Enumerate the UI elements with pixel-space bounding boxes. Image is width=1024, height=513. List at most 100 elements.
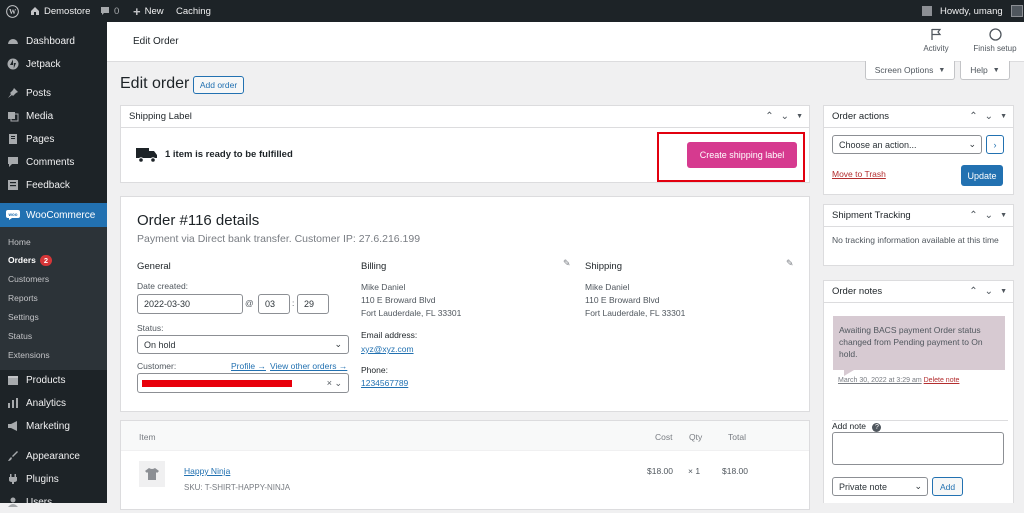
chevron-down-icon[interactable]: ⌄ [985, 210, 993, 221]
chevron-up-icon[interactable]: ⌃ [765, 111, 773, 122]
edit-shipping-pencil-icon[interactable]: ✎ [786, 258, 794, 269]
address-line: Mike Daniel [361, 282, 406, 292]
caret-down-icon[interactable]: ▼ [1000, 113, 1007, 122]
submenu-home[interactable]: Home [8, 237, 31, 247]
order-items-panel: Item Cost Qty Total Happy Ninja SKU: T-S… [120, 420, 810, 510]
caching-link[interactable]: Caching [176, 0, 211, 22]
comments-link[interactable]: 0 [100, 0, 119, 22]
total-column-header: Total [728, 432, 746, 442]
submenu-reports[interactable]: Reports [8, 293, 38, 303]
chevron-up-icon[interactable]: ⌃ [969, 210, 977, 221]
sidebar-item-comments[interactable]: Comments [0, 151, 107, 173]
add-note-textarea[interactable] [832, 432, 1004, 465]
hour-input[interactable]: 03 [258, 294, 290, 314]
shipping-label-panel: Shipping Label ⌃ ⌄ ▼ 1 item is ready to be… [120, 105, 810, 183]
new-content-link[interactable]: + New [133, 0, 164, 22]
sidebar-item-posts[interactable]: Posts [0, 82, 107, 104]
brush-icon [6, 449, 20, 463]
woocommerce-header: Edit Order Activity Finish setup [107, 22, 1024, 62]
profile-link[interactable]: Profile → [231, 361, 266, 371]
chevron-up-icon[interactable]: ⌃ [969, 111, 977, 122]
apply-action-button[interactable]: › [986, 135, 1004, 154]
help-tip-icon[interactable]: ? [872, 423, 882, 432]
user-menu[interactable]: Howdy, umang [922, 0, 1023, 22]
delete-note-link[interactable]: Delete note [924, 377, 960, 384]
email-label: Email address: [361, 330, 418, 340]
note-pointer [844, 370, 854, 376]
submenu-status[interactable]: Status [8, 331, 32, 341]
phone-link[interactable]: 1234567789 [361, 378, 408, 388]
svg-text:woo: woo [8, 212, 18, 217]
sidebar-item-dashboard[interactable]: Dashboard [0, 30, 107, 52]
sidebar-item-users[interactable]: Users [0, 491, 107, 513]
home-icon [31, 7, 39, 15]
panel-controls: ⌃ ⌄ ▼ [765, 111, 803, 122]
chevron-down-icon: ⌄ [334, 339, 342, 349]
product-thumbnail [139, 461, 165, 487]
qty-column-header: Qty [689, 432, 703, 442]
minute-input[interactable]: 29 [297, 294, 329, 314]
screen-options-button[interactable]: Screen Options ▼ [865, 61, 955, 80]
sidebar-item-pages[interactable]: Pages [0, 128, 107, 150]
product-name-link[interactable]: Happy Ninja [184, 466, 230, 476]
update-button[interactable]: Update [961, 165, 1003, 186]
caret-down-icon[interactable]: ▼ [1000, 288, 1007, 297]
truck-icon [136, 148, 157, 163]
caret-down-icon[interactable]: ▼ [1000, 212, 1007, 221]
date-created-input[interactable]: 2022-03-30 [137, 294, 243, 314]
sidebar-item-jetpack[interactable]: Jetpack [0, 53, 107, 75]
sidebar-item-analytics[interactable]: Analytics [0, 392, 107, 414]
caret-down-icon[interactable]: ▼ [796, 113, 803, 122]
view-other-orders-link[interactable]: View other orders → [270, 361, 347, 371]
item-column-header: Item [139, 432, 156, 442]
sidebar-item-media[interactable]: Media [0, 105, 107, 127]
address-line: 110 E Broward Blvd [361, 295, 436, 305]
billing-heading: Billing [361, 261, 387, 272]
sidebar-item-marketing[interactable]: Marketing [0, 415, 107, 437]
sidebar-item-feedback[interactable]: Feedback [0, 174, 107, 196]
status-select[interactable]: On hold ⌄ [137, 335, 349, 354]
note-type-select[interactable]: Private note ⌄ [832, 477, 928, 496]
sidebar-item-label: Feedback [26, 179, 70, 191]
submenu-settings[interactable]: Settings [8, 312, 39, 322]
plugin-icon [6, 472, 20, 486]
order-action-select[interactable]: Choose an action... ⌄ [832, 135, 982, 154]
sidebar-item-woocommerce[interactable]: woo WooCommerce [0, 203, 107, 227]
users-icon [6, 495, 20, 509]
site-name-link[interactable]: Demostore [30, 0, 90, 22]
email-link[interactable]: xyz@xyz.com [361, 344, 414, 354]
chevron-down-icon[interactable]: ⌄ [781, 111, 789, 122]
customer-select[interactable]: × ⌄ [137, 373, 349, 393]
chevron-down-icon[interactable]: ⌄ [985, 111, 993, 122]
sidebar-item-plugins[interactable]: Plugins [0, 468, 107, 490]
clear-and-chevron-icon: × ⌄ [326, 377, 342, 388]
panel-title: Shipment Tracking [832, 210, 911, 221]
help-button[interactable]: Help ▼ [960, 61, 1010, 80]
finish-setup-label: Finish setup [973, 44, 1017, 53]
move-to-trash-link[interactable]: Move to Trash [832, 169, 886, 179]
add-order-button[interactable]: Add order [193, 76, 244, 94]
activity-button[interactable]: Activity [921, 28, 951, 53]
chevron-up-icon[interactable]: ⌃ [969, 286, 977, 297]
add-note-button[interactable]: Add [932, 477, 963, 496]
caret-down-icon: ▼ [992, 66, 1000, 74]
chevron-down-icon[interactable]: ⌄ [985, 286, 993, 297]
sidebar-item-label: Jetpack [26, 58, 61, 70]
comment-icon [101, 7, 109, 15]
create-shipping-label-button[interactable]: Create shipping label [687, 142, 797, 168]
sidebar-item-appearance[interactable]: Appearance [0, 445, 107, 467]
chevron-down-icon: ⌄ [914, 481, 922, 491]
finish-setup-button[interactable]: Finish setup [967, 28, 1023, 53]
submenu-orders[interactable]: Orders 2 [8, 255, 53, 266]
submenu-extensions[interactable]: Extensions [8, 350, 50, 360]
sidebar-item-products[interactable]: Products [0, 369, 107, 391]
orders-count-badge: 2 [39, 255, 53, 266]
sidebar-item-label: Posts [26, 87, 52, 99]
flag-icon [931, 28, 942, 40]
edit-billing-pencil-icon[interactable]: ✎ [563, 258, 571, 269]
tshirt-icon [145, 468, 159, 480]
wordpress-logo-icon[interactable]: W [6, 0, 19, 22]
megaphone-icon [6, 419, 20, 433]
submenu-customers[interactable]: Customers [8, 274, 49, 284]
order-title: Order #116 details [137, 212, 260, 229]
